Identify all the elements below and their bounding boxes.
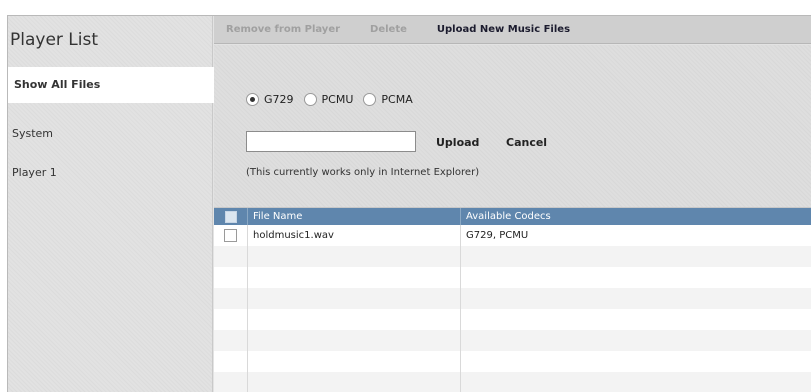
row-checkbox-cell — [214, 225, 248, 246]
browser-note: (This currently works only in Internet E… — [246, 167, 480, 178]
empty-cell — [214, 309, 248, 330]
empty-cell — [248, 351, 461, 372]
sidebar-title: Player List — [10, 30, 99, 50]
upload-panel: G729 PCMU PCMA Upload Cancel (This curre… — [214, 45, 811, 208]
empty-cell — [248, 372, 461, 392]
cancel-button[interactable]: Cancel — [506, 136, 547, 149]
empty-cell — [248, 246, 461, 267]
empty-cell — [248, 330, 461, 351]
column-header-file-name[interactable]: File Name — [248, 208, 461, 225]
sidebar-item-system[interactable]: System — [8, 116, 214, 152]
codec-option-pcma[interactable]: PCMA — [363, 93, 413, 106]
codec-label-pcmu: PCMU — [321, 93, 354, 106]
empty-table-row — [214, 246, 811, 267]
header-checkbox-cell — [214, 208, 248, 225]
empty-table-row — [214, 351, 811, 372]
row-checkbox[interactable] — [224, 229, 237, 242]
column-header-available-codecs[interactable]: Available Codecs — [461, 208, 811, 225]
empty-table-row — [214, 309, 811, 330]
empty-cell — [214, 267, 248, 288]
remove-from-player-button: Remove from Player — [226, 24, 341, 35]
radio-button-pcmu[interactable] — [303, 93, 317, 106]
empty-cell — [214, 288, 248, 309]
delete-button: Delete — [370, 24, 407, 35]
empty-cell — [214, 372, 248, 392]
empty-cell — [214, 246, 248, 267]
empty-table-row — [214, 372, 811, 392]
codec-option-pcmu[interactable]: PCMU — [303, 93, 354, 106]
empty-cell — [214, 330, 248, 351]
radio-button-g729[interactable] — [246, 93, 259, 106]
empty-table-row — [214, 267, 811, 288]
files-table: File Name Available Codecs holdmusic1.wa… — [214, 208, 811, 392]
sidebar-item-player-1[interactable]: Player 1 — [8, 155, 214, 191]
empty-table-row — [214, 288, 811, 309]
empty-table-row — [214, 330, 811, 351]
table-row[interactable]: holdmusic1.wav G729, PCMU — [214, 225, 811, 246]
empty-cell — [248, 288, 461, 309]
toolbar: Remove from Player Delete Upload New Mus… — [214, 16, 811, 44]
app-frame: Player List Show All Files System Player… — [7, 15, 811, 392]
empty-cell — [248, 267, 461, 288]
select-all-checkbox[interactable] — [224, 210, 237, 223]
codec-label-pcma: PCMA — [381, 93, 413, 106]
empty-cell — [248, 309, 461, 330]
codecs-cell: G729, PCMU — [466, 230, 529, 241]
table-header: File Name Available Codecs — [214, 208, 811, 225]
sidebar-item-show-all-files[interactable]: Show All Files — [8, 67, 214, 103]
file-path-input[interactable] — [246, 131, 416, 152]
upload-new-music-files-button[interactable]: Upload New Music Files — [437, 24, 570, 35]
empty-cell — [214, 351, 248, 372]
sidebar: Player List Show All Files System Player… — [8, 16, 214, 392]
codec-option-g729[interactable]: G729 — [246, 93, 294, 106]
upload-button[interactable]: Upload — [436, 136, 479, 149]
radio-button-pcma[interactable] — [363, 93, 377, 106]
codec-label-g729: G729 — [264, 93, 294, 106]
codec-radio-group: G729 PCMU PCMA — [246, 93, 423, 106]
main-panel: Remove from Player Delete Upload New Mus… — [214, 16, 811, 392]
file-name-cell: holdmusic1.wav — [248, 225, 461, 246]
